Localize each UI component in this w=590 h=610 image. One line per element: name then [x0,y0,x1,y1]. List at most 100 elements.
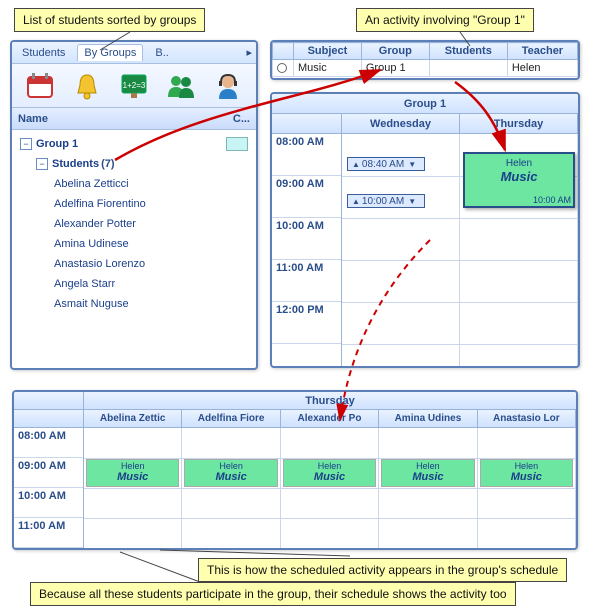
col-students: Students [429,43,507,60]
activity-table: Subject Group Students Teacher Music Gro… [272,42,578,77]
stu-col-name: Abelina Zettic [84,410,182,427]
tree-toolbar: 1+2=3 [12,64,256,108]
tree-student[interactable]: Asmait Nuguse [54,294,252,314]
tree-student[interactable]: Adelfina Fiorentino [54,194,252,214]
people-icon[interactable] [164,69,198,103]
tabs-overflow-icon[interactable]: ▸ [246,46,252,59]
event-endtime: 10:00 AM [533,195,571,205]
col-thursday[interactable]: Helen Music 10:00 AM [460,134,578,366]
stu-col[interactable]: Helen Music [281,428,379,548]
schedule-event[interactable]: Helen Music [86,459,179,487]
cell-subject: Music [294,60,362,77]
stu-col-name: Anastasio Lor [478,410,576,427]
students-tree-panel: Students By Groups B.. ▸ 1+2=3 Name C...… [10,40,258,370]
tree-student[interactable]: Abelina Zetticci [54,174,252,194]
time-gutter: 08:00 AM 09:00 AM 10:00 AM 11:00 AM 12:0… [272,134,342,366]
headset-person-icon[interactable] [211,69,245,103]
day-thursday: Thursday [460,114,578,133]
schedule-event[interactable]: Helen Music 10:00 AM [463,152,575,208]
expand-icon[interactable]: − [36,158,48,170]
row-radio-icon[interactable] [277,63,287,73]
event-subject: Music [382,471,473,483]
event-teacher: Helen [185,461,276,471]
time-label: 12:00 PM [272,302,341,344]
activity-row[interactable]: Music Group 1 Helen [273,60,578,77]
callout-top-right: An activity involving "Group 1" [356,8,534,32]
group-name: Group 1 [36,138,78,150]
col-name: Name [18,113,48,125]
callout-bottom: Because all these students participate i… [30,582,516,606]
time-label: 08:00 AM [272,134,341,176]
time-label: 10:00 AM [272,218,341,260]
time-label: 11:00 AM [272,260,341,302]
group-schedule: Group 1 Wednesday Thursday 08:00 AM 09:0… [270,92,580,368]
tree-students-row[interactable]: − Students (7) [20,154,252,174]
cell-teacher: Helen [507,60,577,77]
board-icon[interactable]: 1+2=3 [117,69,151,103]
stu-col-name: Adelfina Fiore [182,410,280,427]
tab-students[interactable]: Students [16,45,71,61]
col-teacher: Teacher [507,43,577,60]
event-subject: Music [481,471,572,483]
students-label: Students [52,158,99,170]
time-tag[interactable]: ▲ 10:00 AM ▼ [347,194,425,208]
cell-students [429,60,507,77]
arrow-down-icon: ▼ [408,160,416,169]
col-wednesday[interactable]: ▲ 08:40 AM ▼ ▲ 10:00 AM ▼ [342,134,460,366]
stu-day-thursday: Thursday [84,392,576,409]
stu-col-name: Amina Udines [379,410,477,427]
arrow-up-icon: ▲ [352,197,360,206]
calendar-icon[interactable] [23,69,57,103]
stu-col[interactable]: Helen Music [379,428,477,548]
bell-icon[interactable] [70,69,104,103]
event-teacher: Helen [284,461,375,471]
schedule-event[interactable]: Helen Music [480,459,573,487]
time-label: 11:00 AM [14,518,83,548]
callout-top-left: List of students sorted by groups [14,8,205,32]
tree-columns-header: Name C... [12,108,256,130]
day-wednesday: Wednesday [342,114,460,133]
col-group: Group [361,43,429,60]
stu-col-name: Alexander Po [281,410,379,427]
stu-col[interactable]: Helen Music [478,428,576,548]
stu-col[interactable]: Helen Music [182,428,280,548]
time-tag[interactable]: ▲ 08:40 AM ▼ [347,157,425,171]
students-count: (7) [101,158,114,170]
time-label: 08:00 AM [14,428,83,458]
event-subject: Music [185,471,276,483]
tree: − Group 1 − Students (7) Abelina Zetticc… [12,130,256,318]
schedule-day-header: Wednesday Thursday [272,114,578,134]
tag-time: 08:40 AM [362,159,404,170]
stu-time-gutter: 08:00 AM 09:00 AM 10:00 AM 11:00 AM [14,428,84,548]
time-label: 09:00 AM [272,176,341,218]
group-color-swatch [226,137,248,151]
tree-student[interactable]: Alexander Potter [54,214,252,234]
tree-group-row[interactable]: − Group 1 [20,134,252,154]
tree-student[interactable]: Anastasio Lorenzo [54,254,252,274]
event-teacher: Helen [382,461,473,471]
col-c: C... [233,113,250,125]
schedule-event[interactable]: Helen Music [184,459,277,487]
tab-b[interactable]: B.. [149,45,174,61]
tree-tabs: Students By Groups B.. ▸ [12,42,256,64]
event-subject: Music [284,471,375,483]
time-label: 09:00 AM [14,458,83,488]
event-subject: Music [87,471,178,483]
arrow-down-icon: ▼ [408,197,416,206]
col-subject: Subject [294,43,362,60]
svg-text:1+2=3: 1+2=3 [123,81,146,90]
tree-student[interactable]: Amina Udinese [54,234,252,254]
arrow-up-icon: ▲ [352,160,360,169]
stu-col[interactable]: Helen Music [84,428,182,548]
event-teacher: Helen [469,158,569,169]
schedule-event[interactable]: Helen Music [381,459,474,487]
tree-student[interactable]: Angela Starr [54,274,252,294]
student-schedule: Thursday Abelina Zettic Adelfina Fiore A… [12,390,578,550]
expand-icon[interactable]: − [20,138,32,150]
tag-time: 10:00 AM [362,196,404,207]
schedule-event[interactable]: Helen Music [283,459,376,487]
time-label: 10:00 AM [14,488,83,518]
tab-by-groups[interactable]: By Groups [77,44,143,61]
schedule-title: Group 1 [272,94,578,114]
event-teacher: Helen [87,461,178,471]
